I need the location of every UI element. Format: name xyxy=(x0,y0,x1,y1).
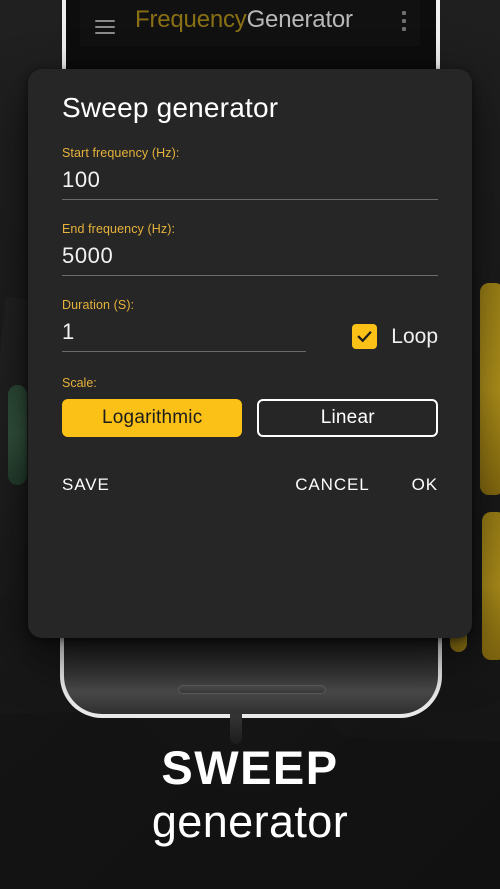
duration-field: Duration (S): 1 Loop xyxy=(62,298,438,352)
caption: SWEEP generator xyxy=(0,742,500,850)
phone-stand xyxy=(230,714,242,744)
start-frequency-field: Start frequency (Hz): 100 xyxy=(62,146,438,200)
hamburger-icon[interactable] xyxy=(95,20,115,34)
scale-option-logarithmic[interactable]: Logarithmic xyxy=(62,399,243,437)
end-frequency-label: End frequency (Hz): xyxy=(62,222,176,236)
caption-line-1: SWEEP xyxy=(161,741,339,794)
scale-options: Logarithmic Linear xyxy=(62,399,438,437)
kebab-menu-icon[interactable] xyxy=(402,11,406,34)
app-title: FrequencyGenerator xyxy=(135,6,353,34)
dialog-title: Sweep generator xyxy=(62,92,279,123)
start-frequency-input[interactable]: 100 xyxy=(62,160,438,200)
save-button[interactable]: SAVE xyxy=(62,475,110,495)
app-bar: FrequencyGenerator xyxy=(80,0,420,46)
cancel-button[interactable]: CANCEL xyxy=(295,475,369,495)
home-indicator xyxy=(178,685,326,694)
dialog-footer: SAVE CANCEL OK xyxy=(62,475,438,495)
app-title-frequency: Frequency xyxy=(135,6,247,33)
duration-row: 1 Loop xyxy=(62,312,438,352)
duration-input[interactable]: 1 xyxy=(62,312,306,352)
scale-option-linear[interactable]: Linear xyxy=(257,399,438,437)
phone-bottom-frame xyxy=(60,634,442,718)
end-frequency-field: End frequency (Hz): 5000 xyxy=(62,222,438,276)
scale-label: Scale: xyxy=(62,376,97,390)
ok-button[interactable]: OK xyxy=(412,475,438,495)
loop-checkbox[interactable] xyxy=(352,324,378,349)
duration-label: Duration (S): xyxy=(62,298,135,312)
loop-label: Loop xyxy=(391,324,438,348)
sweep-generator-dialog: Sweep generator Start frequency (Hz): 10… xyxy=(28,69,472,638)
app-title-generator: Generator xyxy=(246,6,353,33)
start-frequency-label: Start frequency (Hz): xyxy=(62,146,180,160)
end-frequency-input[interactable]: 5000 xyxy=(62,236,438,276)
caption-line-2: generator xyxy=(151,796,349,847)
loop-toggle[interactable]: Loop xyxy=(352,324,438,352)
checkmark-icon xyxy=(357,331,373,343)
